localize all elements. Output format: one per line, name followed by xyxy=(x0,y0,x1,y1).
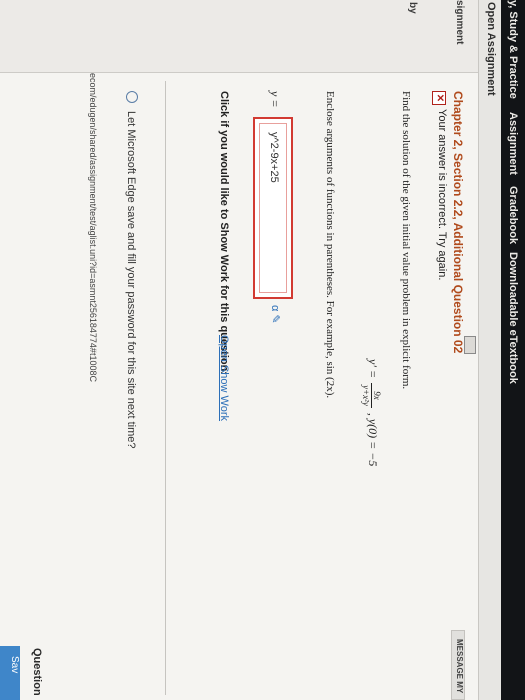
nav-assignment[interactable]: Assignment xyxy=(507,112,519,175)
differential-equation: y′ = 9x y+x²y , y(0) = −5 xyxy=(361,359,382,466)
nav-etextbook[interactable]: Downloadable eTextbook xyxy=(507,252,519,384)
hint-icon[interactable]: α xyxy=(269,305,281,311)
question-title: Chapter 2, Section 2.2, Additional Quest… xyxy=(451,91,465,354)
screen: y, Study & Practice Assignment Gradebook… xyxy=(0,0,525,700)
message-my-instructor-button[interactable]: MESSAGE MY xyxy=(451,630,465,700)
answer-input[interactable]: y^2-9x+25 xyxy=(259,123,287,293)
nav-study-practice[interactable]: y, Study & Practice xyxy=(507,0,519,99)
question-nav-label: Question xyxy=(31,648,43,696)
edge-password-text: Let Microsoft Edge save and fill your pa… xyxy=(125,111,137,449)
left-rail-label-assignment[interactable]: signment xyxy=(454,0,465,44)
sub-bar: Open Assignment xyxy=(478,0,501,700)
incorrect-x-icon: ✕ xyxy=(432,91,446,105)
equation-initial-condition: , y(0) = −5 xyxy=(365,412,380,467)
edit-icon[interactable]: ✎ xyxy=(269,314,281,323)
question-prompt: Find the solution of the given initial v… xyxy=(400,91,412,390)
answer-label: y = xyxy=(268,91,282,108)
incorrect-status: ✕ Your answer is incorrect. Try again. xyxy=(432,91,448,280)
top-nav: y, Study & Practice Assignment Gradebook… xyxy=(501,0,525,700)
format-instruction: Enclose arguments of functions in parent… xyxy=(324,91,336,399)
incorrect-message: Your answer is incorrect. Try again. xyxy=(436,109,448,281)
answer-tools: α✎ xyxy=(269,305,282,327)
equation-denominator: y+x²y xyxy=(361,385,371,406)
status-url: ecom/edugen/shared/assignment/test/aglis… xyxy=(88,73,98,382)
equation-fraction: 9x y+x²y xyxy=(361,383,382,408)
save-button[interactable]: Sav xyxy=(0,646,20,700)
equation-numerator: 9x xyxy=(371,383,382,408)
edge-password-prompt: Let Microsoft Edge save and fill your pa… xyxy=(125,91,138,449)
open-show-work-link[interactable]: Open Show Work xyxy=(218,335,230,421)
left-rail-label-by: by xyxy=(407,2,418,14)
key-icon xyxy=(126,91,138,103)
answer-input-frame: y^2-9x+25 xyxy=(253,117,293,299)
question-panel: Chapter 2, Section 2.2, Additional Quest… xyxy=(0,73,478,700)
open-assignment-title[interactable]: Open Assignment xyxy=(485,2,497,96)
monitor-icon xyxy=(464,336,476,354)
nav-gradebook[interactable]: Gradebook xyxy=(507,186,519,244)
left-rail: signment by xyxy=(0,0,478,73)
show-work-prompt: Click if you would like to Show Work for… xyxy=(218,91,230,375)
divider xyxy=(165,81,166,695)
equation-lhs: y′ = xyxy=(365,359,380,379)
